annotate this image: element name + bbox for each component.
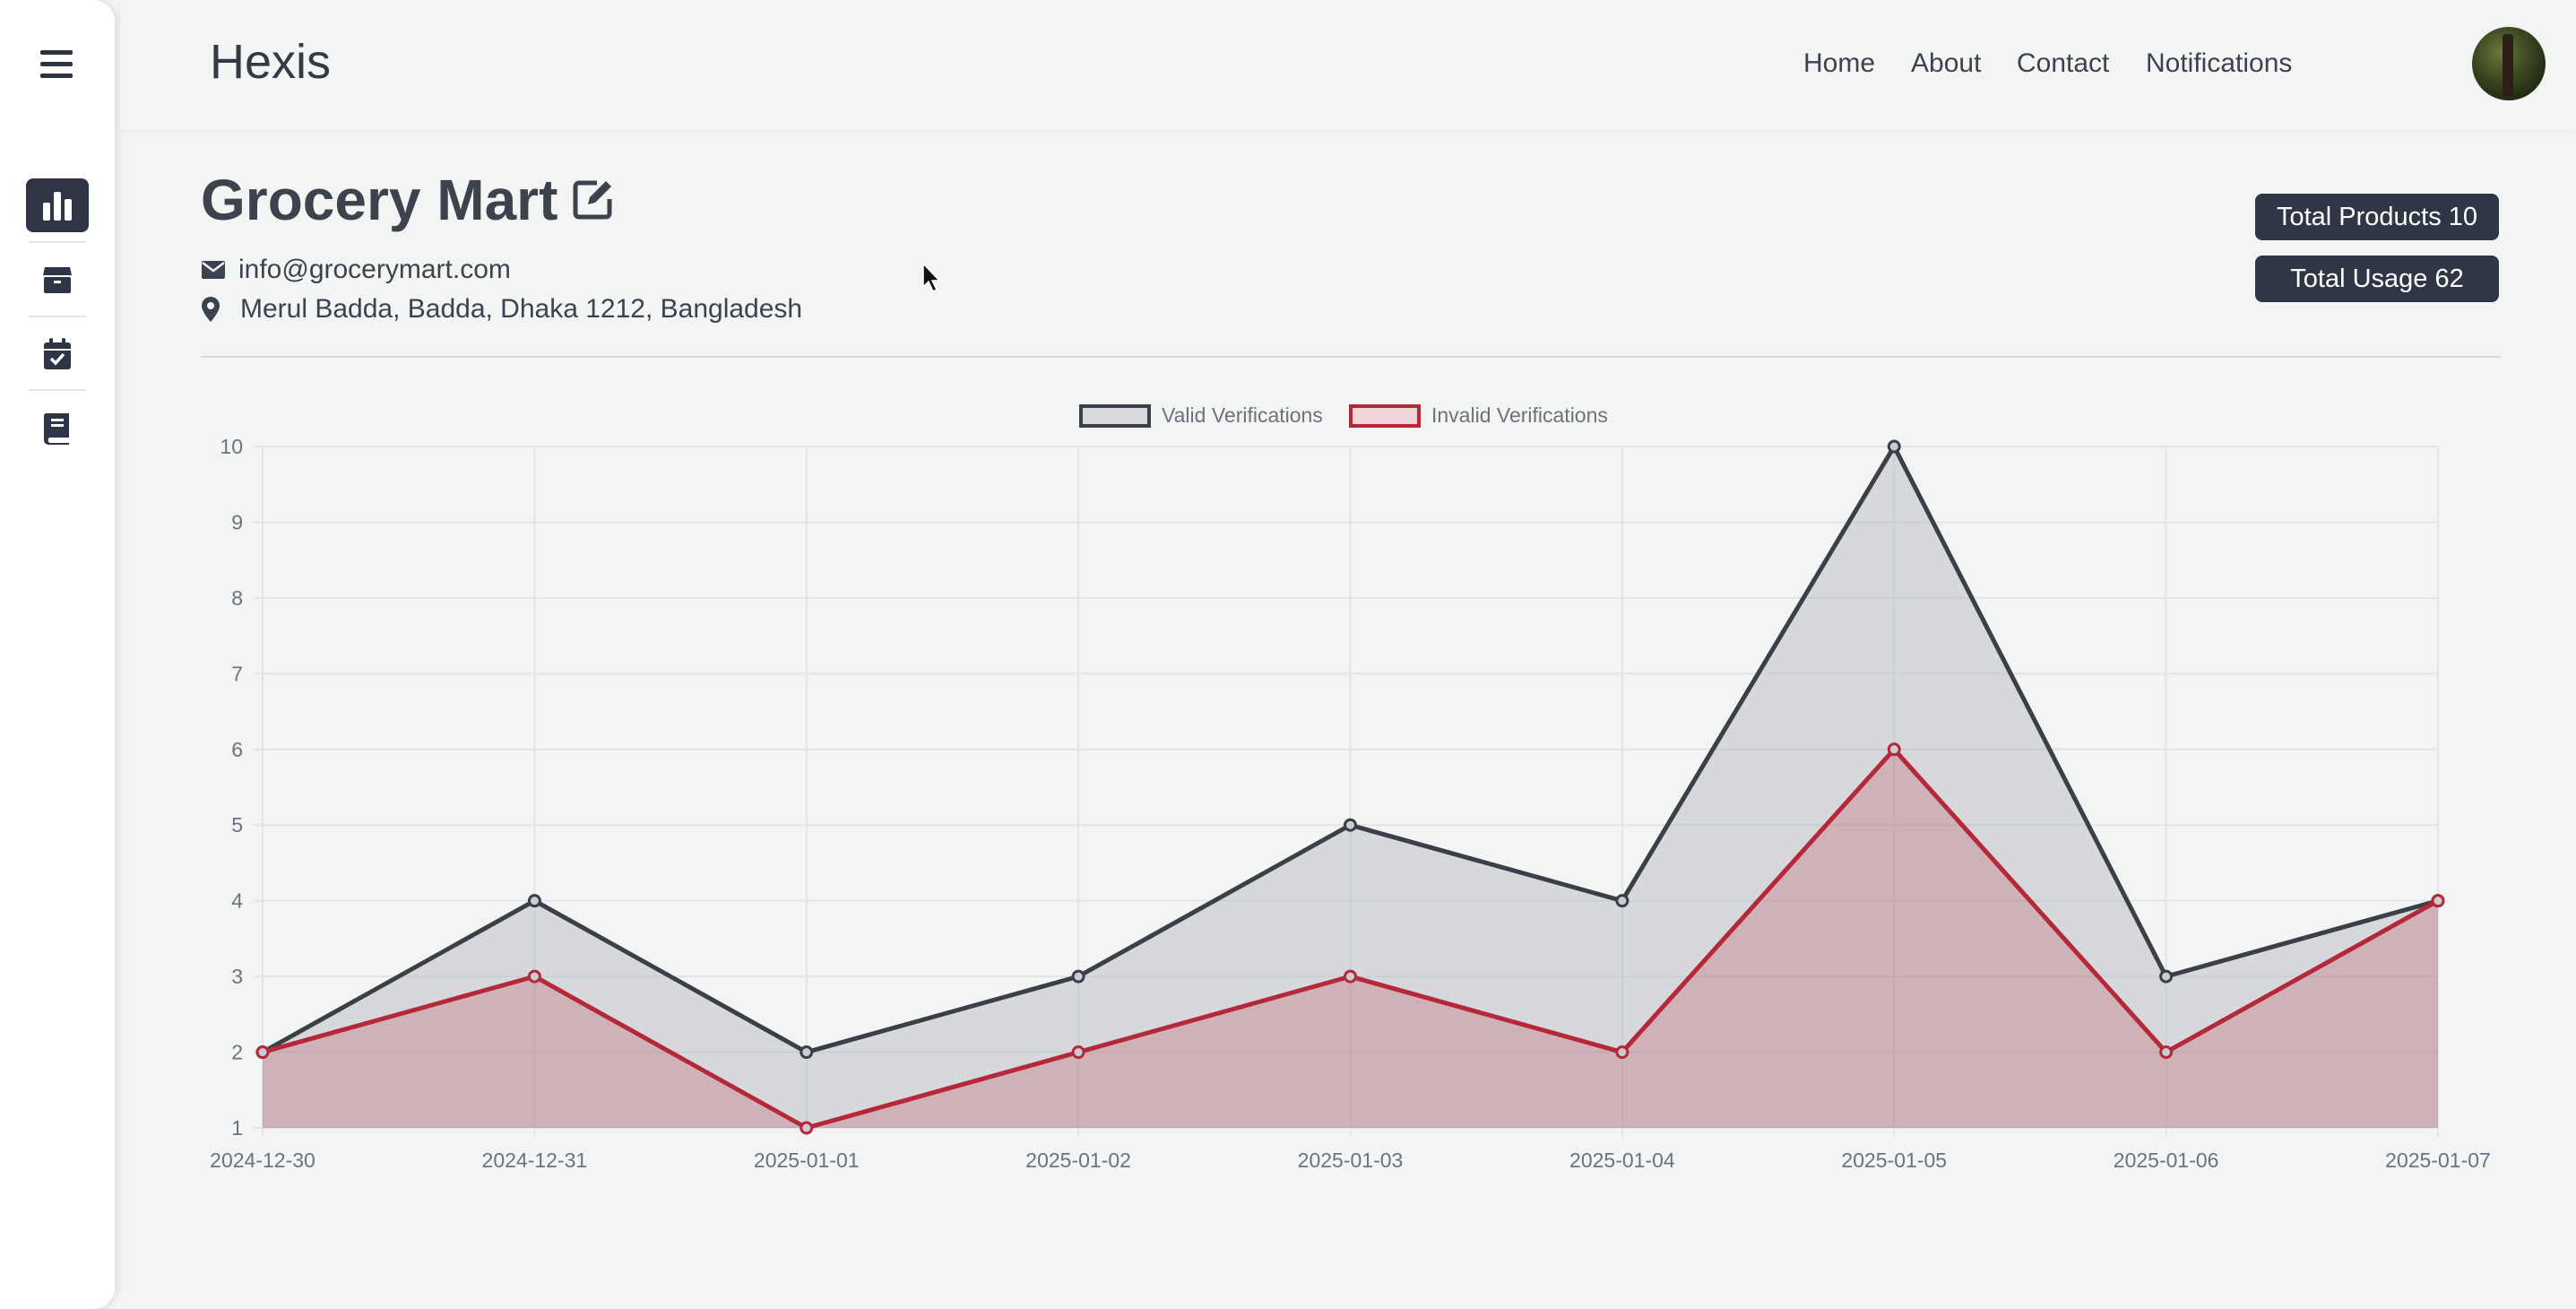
y-tick-label: 9 [231,510,243,533]
y-tick-label: 10 [220,435,243,458]
data-point-valid [2159,969,2174,984]
data-point-valid [1615,894,1629,908]
data-point-invalid [2431,894,2445,908]
data-point-invalid [2159,1045,2174,1060]
verifications-chart: 1 2 3 4 5 6 7 8 9 10 2024-12-30 2024-12-31 2025-01-0… [210,435,2491,1172]
data-point-invalid [1071,1045,1085,1060]
data-point-valid [1887,439,1901,454]
x-tick-label: 2025-01-04 [1569,1149,1675,1172]
data-point-valid [1071,969,1085,984]
y-tick-label: 6 [231,738,243,761]
data-point-invalid [255,1045,270,1060]
data-point-invalid [527,969,541,984]
x-tick-label: 2025-01-07 [2385,1149,2491,1172]
x-tick-label: 2025-01-05 [1841,1149,1947,1172]
x-tick-label: 2025-01-02 [1025,1149,1131,1172]
y-tick-label: 2 [231,1041,243,1064]
y-tick-label: 3 [231,965,243,988]
y-tick-label: 1 [231,1116,243,1140]
data-point-invalid [1887,742,1901,757]
data-point-invalid [800,1121,814,1135]
data-point-valid [1344,818,1357,832]
data-point-invalid [1615,1045,1629,1060]
data-point-valid [527,894,541,908]
x-tick-label: 2025-01-01 [754,1149,860,1172]
x-tick-label: 2024-12-30 [210,1149,316,1172]
mouse-cursor-icon [922,262,941,293]
y-tick-label: 4 [231,889,243,913]
x-tick-label: 2024-12-31 [482,1149,588,1172]
y-tick-label: 5 [231,813,243,837]
x-tick-label: 2025-01-03 [1298,1149,1404,1172]
x-tick-label: 2025-01-06 [2114,1149,2219,1172]
data-point-invalid [1344,969,1357,984]
y-tick-label: 8 [231,586,243,610]
y-tick-label: 7 [231,662,243,685]
data-point-valid [800,1045,814,1060]
